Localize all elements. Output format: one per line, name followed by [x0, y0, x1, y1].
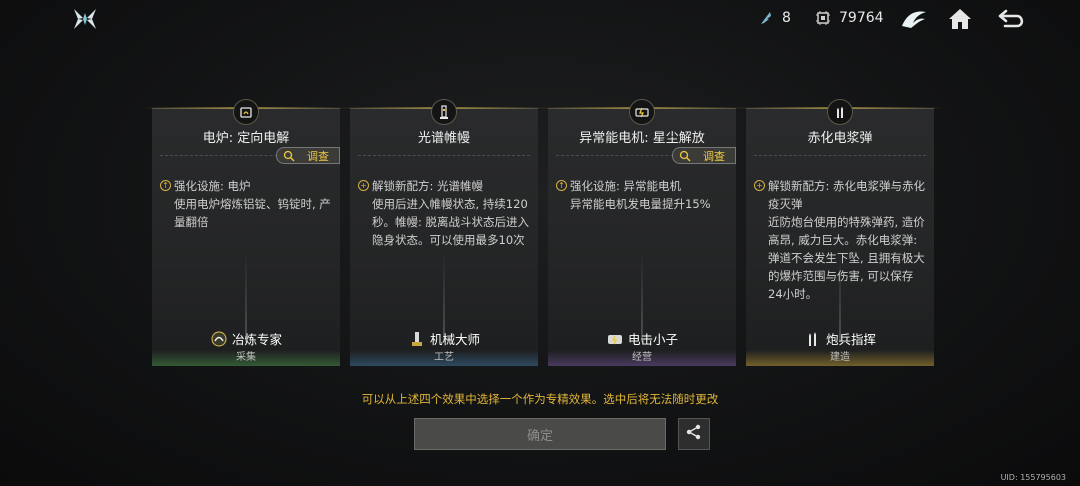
upgrade-bullet-icon: ↑	[160, 180, 171, 191]
electric-kid-icon	[606, 330, 624, 348]
magnifier-icon	[679, 150, 691, 165]
resource-feather: 8	[758, 10, 791, 26]
mechanic-master-icon	[408, 330, 426, 348]
effect-head-text: 解锁新配方: 光谱帷幔	[372, 179, 484, 193]
category-label: 工艺	[350, 350, 538, 366]
survey-label: 调查	[703, 149, 725, 163]
feather-icon	[758, 10, 774, 26]
survey-button[interactable]: 调查	[672, 147, 736, 164]
effect-body: 使用电炉熔炼铝锭、钨锭时, 产量翻倍	[174, 197, 331, 229]
effect-text: ↑ 强化设施: 电炉 使用电炉熔炼铝锭、钨锭时, 产量翻倍	[160, 177, 332, 231]
survey-button[interactable]: 调查	[276, 147, 340, 164]
effect-text: ↑ 强化设施: 异常能电机 异常能电机发电量提升15%	[556, 177, 728, 213]
card-divider	[358, 155, 530, 156]
card-title: 赤化电浆弹	[807, 131, 873, 146]
talent-label: 冶炼专家	[152, 329, 340, 348]
talent-name: 电击小子	[627, 332, 678, 347]
top-bar: 8 79764	[0, 0, 1080, 40]
effect-body: 使用后进入帷幔状态, 持续120秒。帷幔: 脱离战斗状态后进入隐身状态。可以使用…	[372, 197, 530, 247]
furnace-icon	[233, 99, 259, 125]
effect-head: ↑ 强化设施: 异常能电机	[556, 177, 728, 195]
effect-text: + 解锁新配方: 光谱帷幔 使用后进入帷幔状态, 持续120秒。帷幔: 脱离战斗状…	[358, 177, 530, 249]
card-title: 异常能电机: 星尘解放	[579, 131, 705, 146]
upgrade-bullet-icon: +	[358, 180, 369, 191]
effect-head: + 解锁新配方: 赤化电浆弹与赤化疫灭弹	[754, 177, 926, 213]
generator-icon	[629, 99, 655, 125]
category-label: 采集	[152, 350, 340, 366]
chip-icon	[815, 10, 831, 26]
artillery-commander-icon	[804, 330, 822, 348]
talent-label: 炮兵指挥	[746, 329, 934, 348]
upgrade-bullet-icon: +	[754, 180, 765, 191]
tower-icon	[431, 99, 457, 125]
effect-head: ↑ 强化设施: 电炉	[160, 177, 332, 195]
magnifier-icon	[283, 150, 295, 165]
confirm-button[interactable]: 确定	[414, 418, 666, 450]
specialization-card[interactable]: 异常能电机: 星尘解放 调查 ↑ 强化设施: 异常能电机 异常能电机发电量提升15…	[538, 99, 746, 366]
share-icon	[685, 423, 703, 445]
uid-label: UID: 155795603	[1000, 473, 1066, 482]
wing-icon[interactable]	[900, 6, 928, 32]
upgrade-bullet-icon: ↑	[556, 180, 567, 191]
effect-head-text: 解锁新配方: 赤化电浆弹与赤化疫灭弹	[768, 179, 926, 211]
specialization-card[interactable]: 光谱帷幔 + 解锁新配方: 光谱帷幔 使用后进入帷幔状态, 持续120秒。帷幔: …	[340, 99, 548, 366]
resource-chip-value: 79764	[839, 10, 884, 26]
home-icon[interactable]	[946, 6, 974, 32]
category-label: 经营	[548, 350, 736, 366]
share-button[interactable]	[678, 418, 710, 450]
specialization-card[interactable]: 赤化电浆弹 + 解锁新配方: 赤化电浆弹与赤化疫灭弹 近防炮台使用的特殊弹药, 造…	[736, 99, 944, 366]
card-title: 电炉: 定向电解	[202, 131, 290, 146]
talent-name: 机械大师	[429, 332, 480, 347]
card-title: 光谱帷幔	[417, 131, 470, 146]
resource-chip: 79764	[815, 10, 884, 26]
resource-feather-value: 8	[782, 10, 791, 26]
smelting-expert-icon	[210, 330, 228, 348]
talent-label: 机械大师	[350, 329, 538, 348]
instruction-text: 可以从上述四个效果中选择一个作为专精效果。选中后将无法随时更改	[361, 392, 719, 406]
talent-label: 电击小子	[548, 329, 736, 348]
effect-head: + 解锁新配方: 光谱帷幔	[358, 177, 530, 195]
card-divider	[754, 155, 926, 156]
category-label: 建造	[746, 350, 934, 366]
talent-name: 炮兵指挥	[825, 332, 876, 347]
game-logo-icon[interactable]	[72, 6, 98, 32]
survey-label: 调查	[307, 149, 329, 163]
shell-icon	[827, 99, 853, 125]
specialization-card[interactable]: 电炉: 定向电解 调查 ↑ 强化设施: 电炉 使用电炉熔炼铝锭、钨锭时, 产量翻倍…	[142, 99, 350, 366]
effect-head-text: 强化设施: 异常能电机	[570, 179, 682, 193]
talent-name: 冶炼专家	[231, 332, 282, 347]
effect-body: 异常能电机发电量提升15%	[570, 197, 711, 211]
back-icon[interactable]	[996, 6, 1028, 32]
effect-head-text: 强化设施: 电炉	[174, 179, 251, 193]
